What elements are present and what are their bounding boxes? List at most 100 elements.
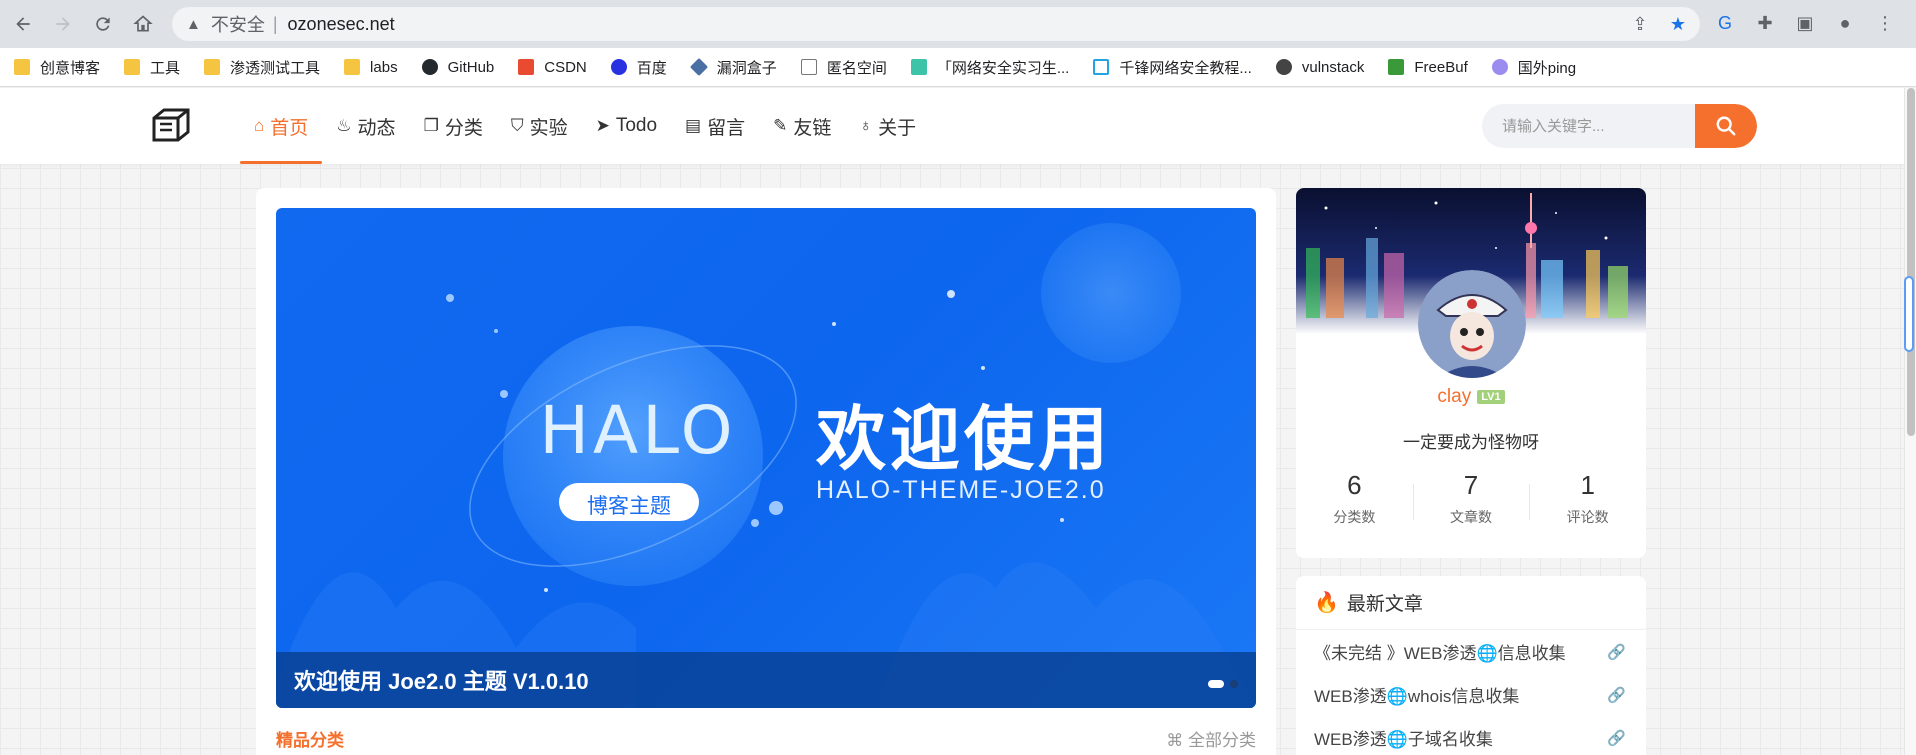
send-icon: ➤ — [595, 116, 610, 135]
folder-icon — [14, 59, 30, 75]
folder-icon — [204, 59, 221, 75]
nav-item-about[interactable]: ♁ 关于 — [845, 88, 930, 164]
page-scrollbar[interactable] — [1904, 88, 1916, 755]
recent-articles-card: 🔥 最新文章 《未完结 》WEB渗透🌐信息收集 🔗 WEB渗透🌐whois信息收集 🔗… — [1296, 576, 1646, 755]
extensions-icon[interactable]: ✚ — [1752, 10, 1778, 36]
browser-toolbar: ▲ 不安全 | ozonesec.net ⇪ ★ G ✚ ▣ ● ⋮ — [0, 0, 1916, 48]
bookmark-item[interactable]: CSDN — [518, 59, 587, 76]
home-icon[interactable] — [130, 11, 156, 37]
bookmark-item[interactable]: 匿名空间 — [800, 57, 887, 78]
profile-icon[interactable]: ● — [1832, 10, 1858, 36]
scrollbar-thumb[interactable] — [1907, 88, 1915, 436]
bookmark-item[interactable]: 渗透测试工具 — [204, 57, 320, 78]
banner-caption-text: 欢迎使用 Joe2.0 主题 V1.0.10 — [294, 669, 589, 694]
bookmark-item[interactable]: vulnstack — [1275, 59, 1364, 76]
category-title: 精品分类 — [276, 731, 344, 750]
bookmark-item[interactable]: 国外ping — [1491, 57, 1576, 78]
vulbox-icon — [689, 57, 708, 77]
profile-name[interactable]: clay LV1 — [1296, 386, 1646, 408]
share-icon[interactable]: ⇪ — [1628, 12, 1652, 36]
site-logo[interactable] — [150, 104, 192, 146]
nav-item-home[interactable]: ⌂ 首页 — [240, 88, 323, 164]
folder-icon — [344, 59, 361, 75]
bookmark-item[interactable]: 工具 — [124, 57, 180, 78]
carousel-dot-active[interactable] — [1208, 680, 1224, 688]
list-item[interactable]: WEB渗透🌐whois信息收集 🔗 — [1296, 673, 1646, 716]
bookmark-item[interactable]: FreeBuf — [1388, 59, 1468, 76]
all-categories-link[interactable]: ⌘ 全部分类 — [1166, 726, 1256, 751]
nav-item-experiments[interactable]: ⛉ 实验 — [497, 88, 582, 164]
nav-item-links[interactable]: ✎ 友链 — [759, 88, 845, 164]
translate-icon[interactable]: G — [1712, 10, 1738, 36]
nav-item-dynamic[interactable]: ♨ 动态 — [322, 88, 409, 164]
bookmark-item[interactable]: labs — [344, 59, 398, 76]
home-icon: ⌂ — [254, 116, 265, 135]
banner-subline: HALO-THEME-JOE2.0 — [816, 476, 1106, 504]
address-bar[interactable]: ▲ 不安全 | ozonesec.net ⇪ ★ — [172, 7, 1700, 41]
address-separator: | — [272, 13, 278, 34]
bilibili-icon — [1093, 59, 1110, 75]
url-text: ozonesec.net — [287, 13, 395, 34]
book-icon: ❐ — [423, 116, 439, 135]
hero-banner[interactable]: HALO 博客主题 欢迎使用 HALO-THEME-JOE2.0 欢迎使用 Jo… — [276, 208, 1256, 708]
bookmark-item[interactable]: GitHub — [421, 59, 494, 76]
main-nav: ⌂ 首页 ♨ 动态 ❐ 分类 ⛉ 实验 ➤ Todo ▤ 留言 ✎ 友链 ♁ 关于 — [240, 88, 930, 164]
list-item[interactable]: WEB渗透🌐子域名收集 🔗 — [1296, 716, 1646, 755]
carousel-dots — [1208, 680, 1238, 688]
security-label: 不安全 — [210, 15, 265, 35]
search-icon — [1716, 116, 1736, 136]
carousel-dot[interactable] — [1230, 680, 1238, 688]
bookmark-item[interactable]: 创意博客 — [14, 57, 100, 78]
list-item[interactable]: 《未完结 》WEB渗透🌐信息收集 🔗 — [1296, 630, 1646, 673]
bookmark-item[interactable]: 「网络安全实习生... — [910, 57, 1069, 78]
category-section-header: 精品分类 ⌘ 全部分类 — [276, 726, 1256, 751]
banner-pill-text: 博客主题 — [587, 495, 671, 518]
side-floating-tab[interactable] — [1904, 276, 1914, 352]
bookmarks-bar: 创意博客 工具 渗透测试工具 labs GitHub CSDN 百度 漏洞盒子 … — [0, 48, 1916, 87]
reload-icon[interactable] — [90, 11, 116, 37]
level-badge: LV1 — [1477, 389, 1505, 404]
main-content-card: HALO 博客主题 欢迎使用 HALO-THEME-JOE2.0 欢迎使用 Jo… — [256, 188, 1276, 755]
banner-logo-text: HALO — [539, 392, 737, 469]
site-header: ⌂ 首页 ♨ 动态 ❐ 分类 ⛉ 实验 ➤ Todo ▤ 留言 ✎ 友链 ♁ 关于 — [0, 88, 1916, 164]
menu-icon[interactable]: ⋮ — [1872, 10, 1898, 36]
nav-item-messages[interactable]: ▤ 留言 — [671, 88, 759, 164]
warning-icon: ▲ — [186, 15, 201, 33]
baidu-icon — [610, 59, 627, 75]
search-input[interactable] — [1482, 104, 1692, 148]
b-icon — [910, 59, 927, 75]
stat-comments[interactable]: 1 评论数 — [1529, 470, 1646, 527]
bookmark-item[interactable]: 百度 — [610, 57, 667, 78]
link-icon: 🔗 — [1607, 643, 1626, 661]
grid-icon: ⌘ — [1166, 731, 1188, 750]
back-icon[interactable] — [10, 11, 36, 37]
stat-categories[interactable]: 6 分类数 — [1296, 470, 1413, 527]
shield-icon: ⛉ — [510, 116, 524, 135]
forward-icon[interactable] — [50, 11, 76, 37]
csdn-icon — [518, 59, 535, 75]
site-search — [1482, 104, 1757, 148]
nav-item-categories[interactable]: ❐ 分类 — [410, 88, 497, 164]
page-body: ⌂ 首页 ♨ 动态 ❐ 分类 ⛉ 实验 ➤ Todo ▤ 留言 ✎ 友链 ♁ 关于 — [0, 88, 1916, 755]
page-icon — [800, 59, 817, 75]
github-icon — [421, 59, 438, 75]
banner-caption: 欢迎使用 Joe2.0 主题 V1.0.10 — [276, 652, 1256, 708]
k-icon — [1491, 59, 1508, 75]
folder-icon — [124, 59, 141, 75]
profile-card: clay LV1 一定要成为怪物呀 6 分类数 7 文章数 1 评论数 — [1296, 188, 1646, 558]
link-icon: 🔗 — [1607, 686, 1626, 704]
nav-item-todo[interactable]: ➤ Todo — [582, 88, 671, 164]
globe-icon — [1275, 59, 1292, 75]
stat-articles[interactable]: 7 文章数 — [1412, 470, 1530, 527]
bookmark-star-icon[interactable]: ★ — [1666, 12, 1690, 36]
profile-motto: 一定要成为怪物呀 — [1403, 433, 1539, 452]
bookmark-item[interactable]: 漏洞盒子 — [689, 57, 777, 78]
banner-headline: 欢迎使用 — [816, 400, 1112, 478]
link-icon: 🔗 — [1607, 729, 1626, 747]
profile-stats: 6 分类数 7 文章数 1 评论数 — [1296, 470, 1646, 527]
bulb-icon: ♁ — [859, 116, 873, 135]
search-button[interactable] — [1695, 104, 1757, 148]
side-panel-icon[interactable]: ▣ — [1792, 10, 1818, 36]
avatar[interactable] — [1418, 270, 1526, 378]
bookmark-item[interactable]: 千锋网络安全教程... — [1093, 57, 1252, 78]
